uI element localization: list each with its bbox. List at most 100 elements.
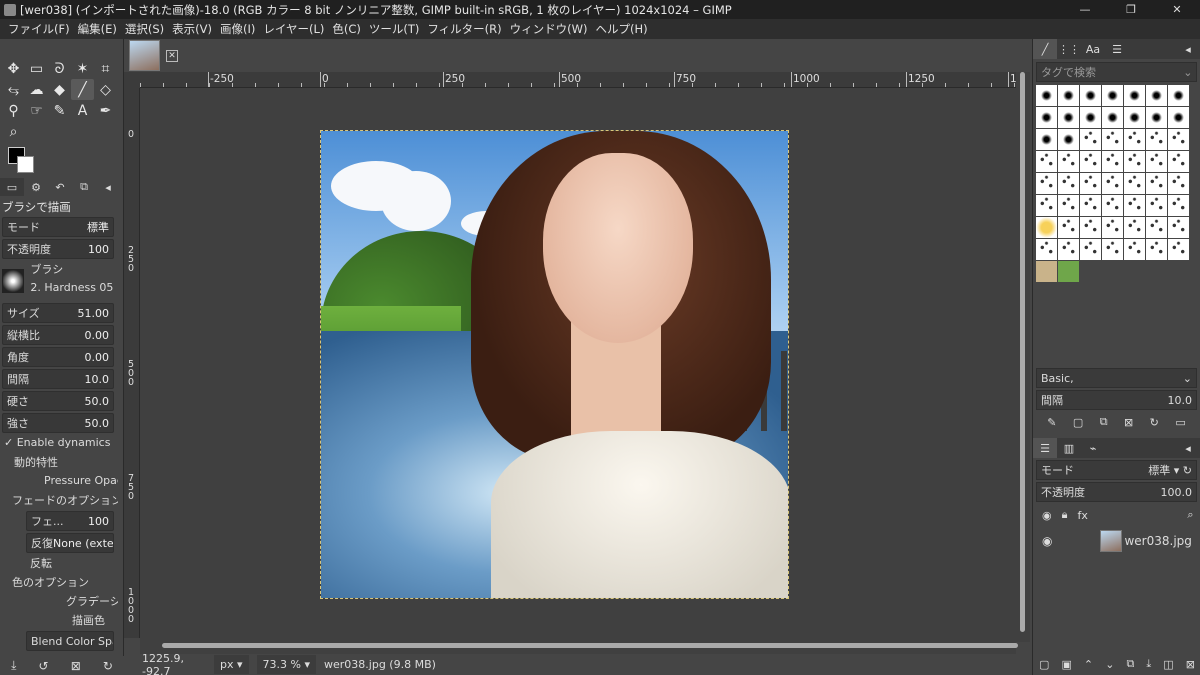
menu-filters[interactable]: フィルター(R) xyxy=(423,21,505,37)
brush-cell[interactable] xyxy=(1080,217,1101,238)
menu-select[interactable]: 選択(S) xyxy=(121,21,168,37)
brush-cell[interactable] xyxy=(1036,261,1057,282)
color-options-expander[interactable]: 色のオプション xyxy=(0,572,118,591)
brush-cell[interactable] xyxy=(1146,151,1167,172)
menu-help[interactable]: ヘルプ(H) xyxy=(591,21,651,37)
brush-cell[interactable] xyxy=(1036,217,1057,238)
lock-icon[interactable]: 🔒︎ xyxy=(1062,508,1068,522)
brushes-tab-icon[interactable]: ╱ xyxy=(1033,39,1057,59)
brush-cell[interactable] xyxy=(1080,85,1101,106)
brush-cell[interactable] xyxy=(1168,173,1189,194)
dynamics-selector[interactable]: 動的特性 xyxy=(0,452,118,471)
brush-cell[interactable] xyxy=(1146,173,1167,194)
brush-cell[interactable] xyxy=(1168,239,1189,260)
layers-menu-icon[interactable]: ◂ xyxy=(1176,438,1200,458)
fg-bg-color-selector[interactable] xyxy=(8,147,38,177)
brush-cell[interactable] xyxy=(1080,107,1101,128)
images-tab-icon[interactable]: ⧉ xyxy=(72,178,96,196)
warp-tool-icon[interactable]: ⥃ xyxy=(2,79,25,100)
size-slider[interactable]: サイズ 51.00 xyxy=(2,303,114,323)
brush-preview-icon[interactable] xyxy=(2,269,25,293)
brush-cell[interactable] xyxy=(1080,195,1101,216)
brush-cell[interactable] xyxy=(1058,129,1079,150)
tool-options-tab-icon[interactable]: ▭ xyxy=(0,178,24,196)
brush-cell[interactable] xyxy=(1124,107,1145,128)
vertical-scrollbar[interactable] xyxy=(1016,72,1030,642)
mode-select[interactable]: モード 標準 xyxy=(2,217,114,237)
brush-cell[interactable] xyxy=(1080,151,1101,172)
brush-cell[interactable] xyxy=(1036,195,1057,216)
mask-icon[interactable]: ◫ xyxy=(1163,658,1173,671)
bucket-fill-tool-icon[interactable]: ◆ xyxy=(48,79,71,100)
horizontal-scrollbar[interactable] xyxy=(140,638,1018,654)
panel-menu-icon[interactable]: ◂ xyxy=(96,178,120,196)
paths-tool-icon[interactable]: ✎ xyxy=(48,100,71,121)
image-tab-close-icon[interactable]: ✕ xyxy=(166,49,178,62)
brush-cell[interactable] xyxy=(1058,195,1079,216)
brush-cell[interactable] xyxy=(1146,217,1167,238)
zoom-dropdown[interactable]: 73.3 % ▾ xyxy=(256,655,317,674)
menu-colors[interactable]: 色(C) xyxy=(328,21,365,37)
delete-layer-icon[interactable]: ⊠ xyxy=(1186,658,1195,671)
brush-cell[interactable] xyxy=(1124,239,1145,260)
brush-cell[interactable] xyxy=(1124,129,1145,150)
ruler-corner[interactable] xyxy=(124,72,140,88)
smudge-tool-icon[interactable]: ☞ xyxy=(25,100,48,121)
rect-select-tool-icon[interactable]: ▭ xyxy=(25,58,48,79)
menu-edit[interactable]: 編集(E) xyxy=(74,21,121,37)
paint-color-row[interactable]: 描画色 xyxy=(0,610,118,629)
brush-cell[interactable] xyxy=(1036,239,1057,260)
merge-layer-icon[interactable]: ⤓ xyxy=(1146,657,1151,671)
brush-cell[interactable] xyxy=(1036,107,1057,128)
brush-cell[interactable] xyxy=(1168,129,1189,150)
undo-history-tab-icon[interactable]: ↶ xyxy=(48,178,72,196)
fonts-tab-icon[interactable]: Aa xyxy=(1081,39,1105,59)
horizontal-scroll-thumb[interactable] xyxy=(162,643,1018,648)
brush-cell[interactable] xyxy=(1124,85,1145,106)
lower-layer-icon[interactable]: ⌄ xyxy=(1105,658,1114,671)
chevron-down-icon[interactable]: ⌄ xyxy=(1183,66,1196,79)
menu-file[interactable]: ファイル(F) xyxy=(4,21,74,37)
paintbrush-tool-icon[interactable]: ╱ xyxy=(71,79,94,100)
brush-cell[interactable] xyxy=(1102,85,1123,106)
zoom-tool-icon[interactable]: ⌕ xyxy=(2,121,25,142)
save-options-icon[interactable]: ⤓ xyxy=(11,658,16,673)
visibility-icon[interactable]: ◉ xyxy=(1042,509,1052,522)
tag-search-input[interactable]: タグで検索 ⌄ xyxy=(1036,62,1197,82)
fuzzy-select-tool-icon[interactable]: ✶ xyxy=(71,58,94,79)
delete-brush-icon[interactable]: ⊠ xyxy=(1124,416,1133,429)
canvas-area[interactable] xyxy=(140,88,1016,638)
new-layer-group-icon[interactable]: ▣ xyxy=(1061,658,1071,671)
duplicate-layer-icon[interactable]: ⧉ xyxy=(1126,657,1134,671)
layer-opacity-slider[interactable]: 不透明度 100.0 xyxy=(1036,482,1197,502)
refresh-brushes-icon[interactable]: ↻ xyxy=(1150,416,1159,429)
menu-tools[interactable]: ツール(T) xyxy=(365,21,424,37)
blend-color-space-select[interactable]: Blend Color Space xyxy=(26,631,114,651)
menu-view[interactable]: 表示(V) xyxy=(168,21,216,37)
menu-windows[interactable]: ウィンドウ(W) xyxy=(506,21,592,37)
brush-cell[interactable] xyxy=(1168,217,1189,238)
brush-cell[interactable] xyxy=(1146,239,1167,260)
spacing-slider[interactable]: 間隔 10.0 xyxy=(2,369,114,389)
brush-cell[interactable] xyxy=(1102,217,1123,238)
menu-image[interactable]: 画像(I) xyxy=(216,21,259,37)
brush-cell[interactable] xyxy=(1102,129,1123,150)
brush-cell[interactable] xyxy=(1146,107,1167,128)
image-canvas[interactable] xyxy=(320,130,789,599)
raise-layer-icon[interactable]: ⌃ xyxy=(1084,658,1093,671)
brush-cell[interactable] xyxy=(1080,239,1101,260)
channels-tab-icon[interactable]: ▥ xyxy=(1057,438,1081,458)
gradient-selector[interactable]: グラデーション xyxy=(0,591,118,610)
device-status-tab-icon[interactable]: ⚙ xyxy=(24,178,48,196)
layers-tab-icon[interactable]: ☰ xyxy=(1033,438,1057,458)
dock-menu-icon[interactable]: ◂ xyxy=(1176,39,1200,59)
brush-cell[interactable] xyxy=(1168,85,1189,106)
clone-tool-icon[interactable]: ⚲ xyxy=(2,100,25,121)
unit-dropdown[interactable]: px ▾ xyxy=(214,655,249,674)
brush-cell[interactable] xyxy=(1146,129,1167,150)
document-history-tab-icon[interactable]: ☰ xyxy=(1105,39,1129,59)
delete-options-icon[interactable]: ⊠ xyxy=(71,659,81,673)
brush-cell[interactable] xyxy=(1080,129,1101,150)
fade-options-expander[interactable]: フェードのオプション xyxy=(0,490,118,509)
layer-row[interactable]: ◉ wer038.jpg xyxy=(1036,528,1197,554)
